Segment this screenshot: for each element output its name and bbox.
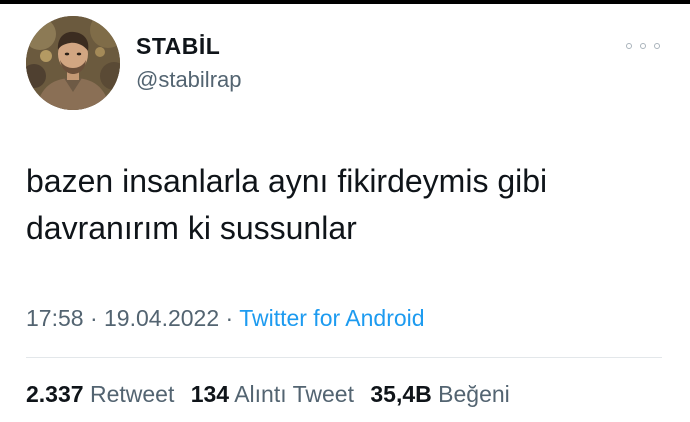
quote-tweet-stat[interactable]: 134 Alıntı Tweet bbox=[191, 381, 354, 407]
tweet-date[interactable]: 19.04.2022 bbox=[104, 305, 219, 331]
meta-separator: · bbox=[89, 305, 98, 331]
more-dots-icon[interactable] bbox=[626, 38, 660, 54]
meta-separator: · bbox=[225, 305, 234, 331]
like-count: 35,4B bbox=[370, 381, 432, 407]
avatar[interactable] bbox=[26, 16, 120, 110]
retweet-count: 2.337 bbox=[26, 381, 84, 407]
like-label: Beğeni bbox=[438, 381, 510, 407]
dot bbox=[654, 43, 660, 49]
tweet-text: bazen insanlarla aynı fikirdeymis gibi d… bbox=[26, 158, 666, 252]
tweet-text-line: bazen insanlarla aynı fikirdeymis gibi bbox=[26, 163, 548, 199]
like-stat[interactable]: 35,4B Beğeni bbox=[370, 381, 509, 407]
tweet-time[interactable]: 17:58 bbox=[26, 305, 84, 331]
user-handle[interactable]: @stabilrap bbox=[136, 67, 242, 93]
tweet-meta: 17:58 · 19.04.2022 · Twitter for Android bbox=[26, 305, 425, 332]
top-border bbox=[0, 0, 690, 4]
avatar-photo bbox=[26, 16, 120, 110]
engagement-stats: 2.337 Retweet 134 Alıntı Tweet 35,4B Beğ… bbox=[26, 381, 510, 408]
divider bbox=[26, 357, 662, 358]
display-name[interactable]: STABİL bbox=[136, 33, 220, 60]
tweet-source-link[interactable]: Twitter for Android bbox=[239, 305, 424, 331]
quote-label: Alıntı Tweet bbox=[234, 381, 354, 407]
retweet-stat[interactable]: 2.337 Retweet bbox=[26, 381, 174, 407]
retweet-label: Retweet bbox=[89, 381, 175, 407]
quote-count: 134 bbox=[190, 381, 230, 407]
dot bbox=[640, 43, 646, 49]
tweet-text-line: davranırım ki sussunlar bbox=[26, 210, 357, 246]
dot bbox=[626, 43, 632, 49]
